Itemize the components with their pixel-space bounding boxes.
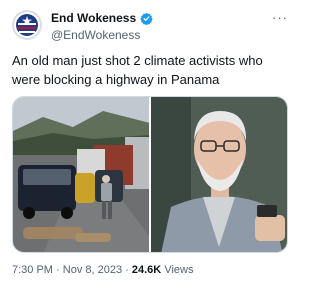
author-name-row: End Wokeness [51, 11, 153, 25]
avatar[interactable] [12, 10, 42, 40]
meta-separator: · [56, 264, 60, 276]
views-count[interactable]: 24.6K [132, 264, 161, 276]
tweet-date[interactable]: Nov 8, 2023 [63, 264, 122, 276]
more-options-icon[interactable]: ··· [272, 10, 288, 25]
author-display-name[interactable]: End Wokeness [51, 11, 136, 25]
tweet-media [12, 96, 288, 253]
media-photo-highway[interactable] [13, 97, 149, 252]
tweet-time[interactable]: 7:30 PM [12, 264, 53, 276]
verified-badge-icon [140, 12, 153, 25]
author-handle[interactable]: @EndWokeness [51, 28, 140, 42]
views-label: Views [164, 264, 194, 276]
tweet-text: An old man just shot 2 climate activists… [12, 53, 263, 87]
meta-separator: · [125, 264, 129, 276]
media-photo-old-man[interactable] [151, 97, 287, 252]
tweet-meta: 7:30 PM · Nov 8, 2023 · 24.6K Views [12, 264, 193, 276]
flag-seal-icon [12, 10, 42, 40]
